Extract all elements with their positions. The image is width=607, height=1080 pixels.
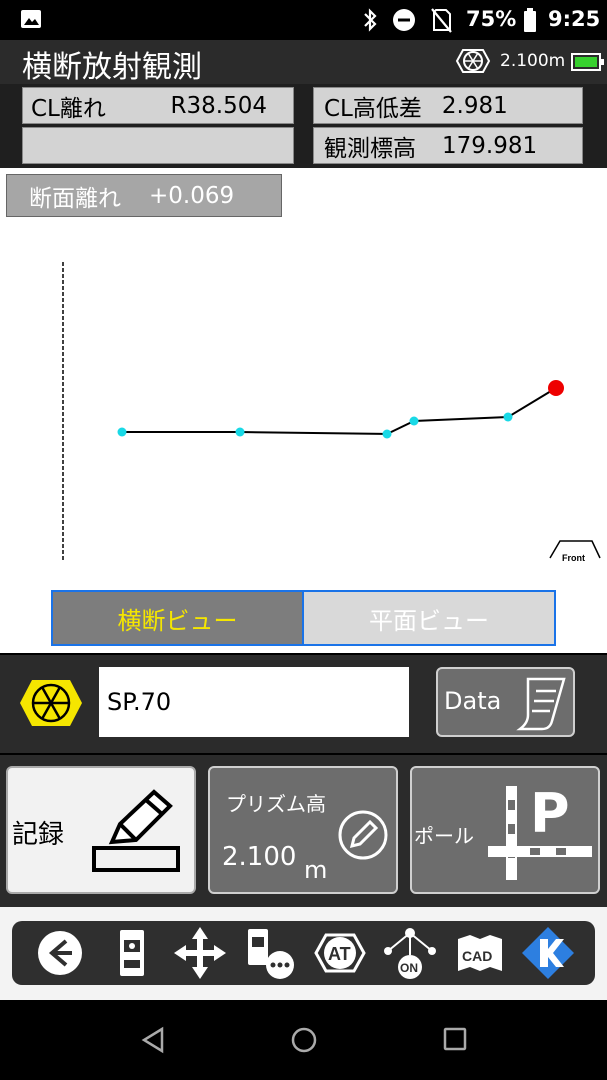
obs-elev-label: 観測標高 (324, 135, 416, 162)
prism-height-value: 2.100 (222, 842, 297, 872)
cl-elevation-diff-box: CL高低差 2.981 (313, 87, 583, 124)
device-battery-icon (571, 53, 604, 71)
svg-text:P: P (530, 782, 570, 845)
cl-offset-box: CL離れ R38.504 (22, 87, 294, 124)
data-button-label: Data (444, 687, 502, 715)
obs-elev-value: 179.981 (442, 132, 538, 159)
svg-text:AT: AT (328, 944, 351, 964)
bottom-toolbar: AT ON CAD (12, 921, 595, 985)
do-not-disturb-icon (393, 9, 415, 31)
title-bar: 横断放射観測 2.100m (0, 40, 607, 85)
front-label: Front (562, 553, 585, 563)
pole-button[interactable]: ポール P (410, 766, 600, 894)
cad-icon[interactable]: CAD (452, 925, 508, 981)
instrument-more-icon[interactable] (242, 925, 298, 981)
cross-section-plot: Front (62, 262, 601, 563)
edit-circle-icon (338, 810, 388, 860)
no-sim-icon (431, 8, 452, 33)
observed-point (409, 416, 419, 426)
cl-elev-diff-value: 2.981 (441, 92, 508, 119)
clock: 9:25 (548, 7, 601, 31)
point-name-field[interactable]: SP.70 (99, 667, 409, 737)
prism-target-icon (455, 49, 491, 73)
auto-tracking-icon[interactable]: AT (312, 925, 368, 981)
prism-select-icon[interactable] (18, 676, 84, 730)
observed-point (117, 427, 127, 437)
tab-cross-view[interactable]: 横断ビュー (51, 590, 304, 646)
nav-home-icon[interactable] (290, 1026, 318, 1054)
empty-info-box (22, 127, 294, 164)
document-list-icon (516, 677, 566, 731)
cl-offset-label: CL離れ (31, 95, 106, 122)
pole-parking-icon: P (488, 782, 592, 880)
image-icon (21, 10, 41, 28)
stakeout-on-icon[interactable]: ON (382, 925, 438, 981)
data-button[interactable]: Data (436, 667, 575, 737)
back-arrow-icon[interactable] (32, 925, 88, 981)
bluetooth-icon (364, 8, 377, 32)
svg-text:CAD: CAD (462, 948, 492, 964)
prism-height-unit: m (304, 856, 328, 884)
observed-elevation-box: 観測標高 179.981 (313, 127, 583, 164)
status-bar: 75% 9:25 (0, 0, 607, 40)
observed-point (235, 427, 245, 437)
height-readout: 2.100m (500, 51, 566, 71)
record-button[interactable]: 記録 (6, 766, 196, 894)
record-button-label: 記録 (12, 820, 65, 850)
instrument-icon[interactable] (104, 925, 160, 981)
profile-line (122, 387, 557, 436)
current-point (548, 380, 564, 396)
observed-point (382, 429, 392, 439)
cl-offset-value: R38.504 (170, 92, 267, 119)
battery-icon (524, 8, 536, 32)
tab-plan-view[interactable]: 平面ビュー (304, 590, 556, 646)
pencil-write-icon (92, 789, 180, 872)
observed-point (503, 412, 513, 422)
move-icon[interactable] (172, 925, 228, 981)
pole-button-label: ポール (414, 824, 474, 848)
battery-percent: 75% (466, 7, 517, 31)
cl-elev-diff-label: CL高低差 (324, 95, 422, 122)
svg-text:ON: ON (400, 961, 418, 975)
prism-height-button[interactable]: プリズム高 2.100 m (208, 766, 398, 894)
page-title: 横断放射観測 (22, 50, 202, 85)
prism-height-label: プリズム高 (226, 792, 326, 816)
nav-back-icon[interactable] (140, 1026, 166, 1054)
nav-recents-icon[interactable] (442, 1026, 468, 1052)
app-logo-icon[interactable] (520, 925, 576, 981)
system-nav-bar (0, 1000, 607, 1080)
